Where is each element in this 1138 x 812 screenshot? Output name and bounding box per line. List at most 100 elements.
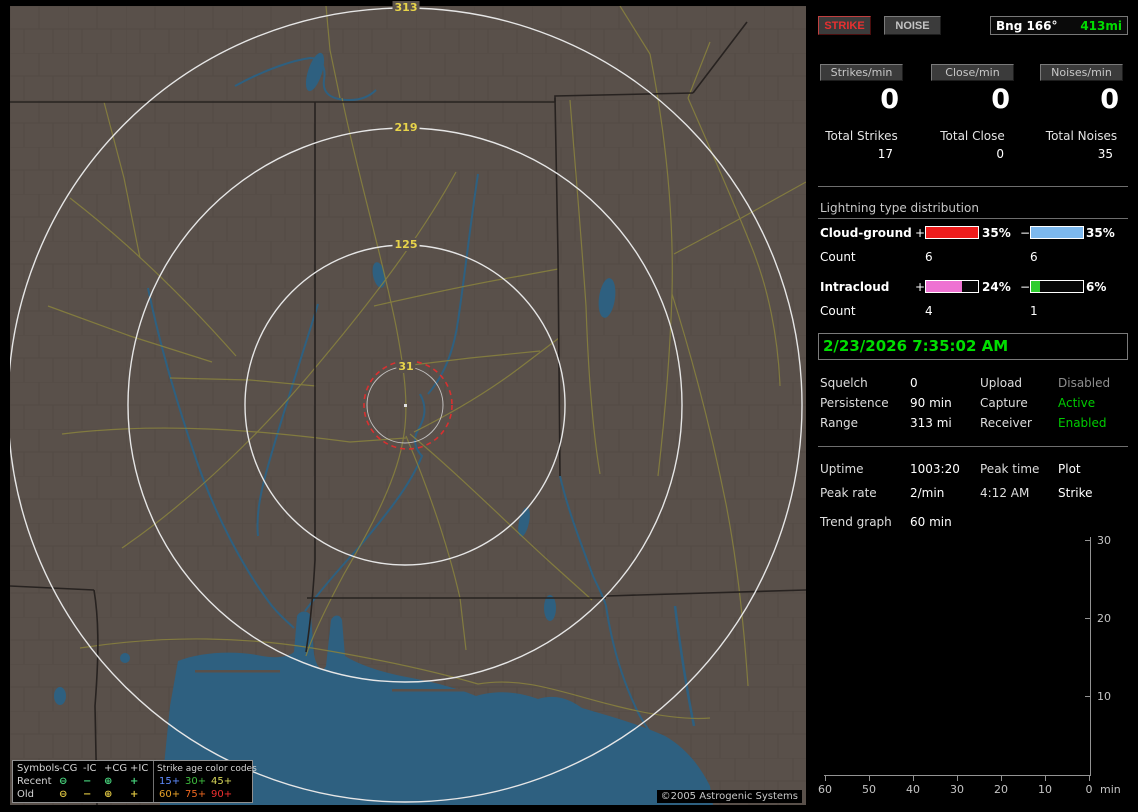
x-tick-label: 20 xyxy=(994,783,1008,796)
map-panel[interactable]: 313 219 125 31 Symbols -CG -IC +CG +IC S… xyxy=(10,1,806,805)
plot-label: Plot xyxy=(1058,462,1081,476)
x-tick xyxy=(825,776,826,781)
ring-label-125: 125 xyxy=(392,238,420,251)
plus-sign: + xyxy=(915,226,926,240)
squelch-label: Squelch xyxy=(820,376,868,390)
legend-type-neg-ic: -IC xyxy=(83,763,97,774)
peak-rate-label: Peak rate xyxy=(820,486,877,500)
separator xyxy=(818,186,1128,187)
y-tick-label: 30 xyxy=(1097,534,1111,547)
x-tick xyxy=(957,776,958,781)
x-tick-label: 10 xyxy=(1038,783,1052,796)
noises-per-min-value: 0 xyxy=(1100,84,1119,115)
strikes-per-min-button[interactable]: Strikes/min xyxy=(820,64,903,81)
cg-plus-pct: 35% xyxy=(982,226,1011,240)
ic-minus-pct: 6% xyxy=(1086,280,1107,294)
close-per-min-value: 0 xyxy=(991,84,1010,115)
legend-symbols-header: Symbols xyxy=(17,763,60,774)
x-tick-label: 60 xyxy=(818,783,832,796)
upload-label: Upload xyxy=(980,376,1023,390)
noises-per-min-button[interactable]: Noises/min xyxy=(1040,64,1123,81)
date-time-display: 2/23/2026 7:35:02 AM xyxy=(818,333,1128,360)
trend-graph: 30 20 10 60 50 40 30 20 10 0 min xyxy=(818,532,1128,805)
total-strikes-label: Total Strikes xyxy=(825,129,898,143)
ic-plus-bar-fill xyxy=(926,281,962,292)
close-per-min-button[interactable]: Close/min xyxy=(931,64,1014,81)
pos-ic-recent-icon: + xyxy=(130,776,139,787)
neg-ic-old-icon: − xyxy=(83,789,92,800)
capture-label: Capture xyxy=(980,396,1028,410)
y-tick xyxy=(1085,696,1090,697)
x-tick xyxy=(869,776,870,781)
ic-minus-bar xyxy=(1030,280,1084,293)
total-strikes-value: 17 xyxy=(877,147,893,161)
intracloud-count-row: Count 4 1 xyxy=(818,304,1128,319)
legend-age-header: Strike age color codes xyxy=(157,764,257,774)
neg-ic-recent-icon: − xyxy=(83,776,92,787)
ring-label-313: 313 xyxy=(392,1,420,14)
bearing-value: Bng 166° xyxy=(996,18,1058,33)
intracloud-label: Intracloud xyxy=(820,280,890,294)
close-column: Close/min 0 Total Close 0 xyxy=(931,64,1014,161)
ic-minus-bar-fill xyxy=(1031,281,1040,292)
cg-minus-bar-fill xyxy=(1031,227,1083,238)
x-tick-label: 50 xyxy=(862,783,876,796)
total-close-label: Total Close xyxy=(940,129,1005,143)
peak-rate-value: 2/min xyxy=(910,486,945,500)
receiver-label: Receiver xyxy=(980,416,1032,430)
count-label: Count xyxy=(820,250,856,264)
ic-minus-count: 1 xyxy=(1030,304,1038,318)
cg-minus-bar xyxy=(1030,226,1084,239)
age-30: 30+ xyxy=(185,776,207,787)
sidebar: STRIKE NOISE Bng 166° 413mi Strikes/min … xyxy=(818,8,1128,805)
x-axis-unit: min xyxy=(1100,783,1121,796)
neg-cg-old-icon: ⊖ xyxy=(59,789,68,800)
x-tick-label: 0 xyxy=(1085,783,1093,796)
app-window: 313 219 125 31 Symbols -CG -IC +CG +IC S… xyxy=(0,0,1138,812)
map-legend: Symbols -CG -IC +CG +IC Strike age color… xyxy=(12,760,257,803)
legend-old-label: Old xyxy=(17,789,34,800)
peak-time-value: 4:12 AM xyxy=(980,486,1030,500)
cg-minus-count: 6 xyxy=(1030,250,1038,264)
legend-recent-label: Recent xyxy=(17,776,52,787)
minus-sign: − xyxy=(1020,280,1031,294)
distribution-header: Lightning type distribution xyxy=(818,201,1128,219)
squelch-value: 0 xyxy=(910,376,918,390)
y-tick-label: 10 xyxy=(1097,690,1111,703)
range-value: 313 mi xyxy=(910,416,952,430)
info-row: Uptime 1003:20 Peak time Plot xyxy=(818,462,1128,478)
noise-toggle-button[interactable]: NOISE xyxy=(884,16,941,35)
ring-label-31: 31 xyxy=(396,360,416,373)
neg-cg-recent-icon: ⊖ xyxy=(59,776,68,787)
cg-plus-count: 6 xyxy=(925,250,933,264)
noises-column: Noises/min 0 Total Noises 35 xyxy=(1040,64,1123,161)
age-60: 60+ xyxy=(159,789,181,800)
total-noises-label: Total Noises xyxy=(1045,129,1118,143)
cloud-ground-label: Cloud-ground xyxy=(820,226,912,240)
strikes-column: Strikes/min 0 Total Strikes 17 xyxy=(820,64,903,161)
intracloud-row: Intracloud + 24% − 6% xyxy=(818,280,1128,295)
strike-toggle-button[interactable]: STRIKE xyxy=(818,16,871,35)
x-tick xyxy=(913,776,914,781)
ic-plus-pct: 24% xyxy=(982,280,1011,294)
legend-type-pos-cg: +CG xyxy=(104,763,128,774)
total-noises-value: 35 xyxy=(1097,147,1113,161)
settings-row: Persistence 90 min Capture Active xyxy=(818,396,1128,412)
plot-value: Strike xyxy=(1058,486,1093,500)
x-tick xyxy=(1089,776,1090,781)
ic-plus-bar xyxy=(925,280,979,293)
trend-graph-row: Trend graph 60 min xyxy=(818,515,1128,531)
pos-cg-recent-icon: ⊕ xyxy=(104,776,113,787)
age-45: 45+ xyxy=(211,776,233,787)
uptime-value: 1003:20 xyxy=(910,462,960,476)
total-close-value: 0 xyxy=(996,147,1004,161)
count-label: Count xyxy=(820,304,856,318)
settings-row: Squelch 0 Upload Disabled xyxy=(818,376,1128,392)
x-tick-label: 40 xyxy=(906,783,920,796)
legend-divider xyxy=(153,761,154,802)
x-tick xyxy=(1001,776,1002,781)
legend-type-neg-cg: -CG xyxy=(59,763,78,774)
receiver-status: Enabled xyxy=(1058,416,1107,430)
y-tick-label: 20 xyxy=(1097,612,1111,625)
ic-plus-count: 4 xyxy=(925,304,933,318)
